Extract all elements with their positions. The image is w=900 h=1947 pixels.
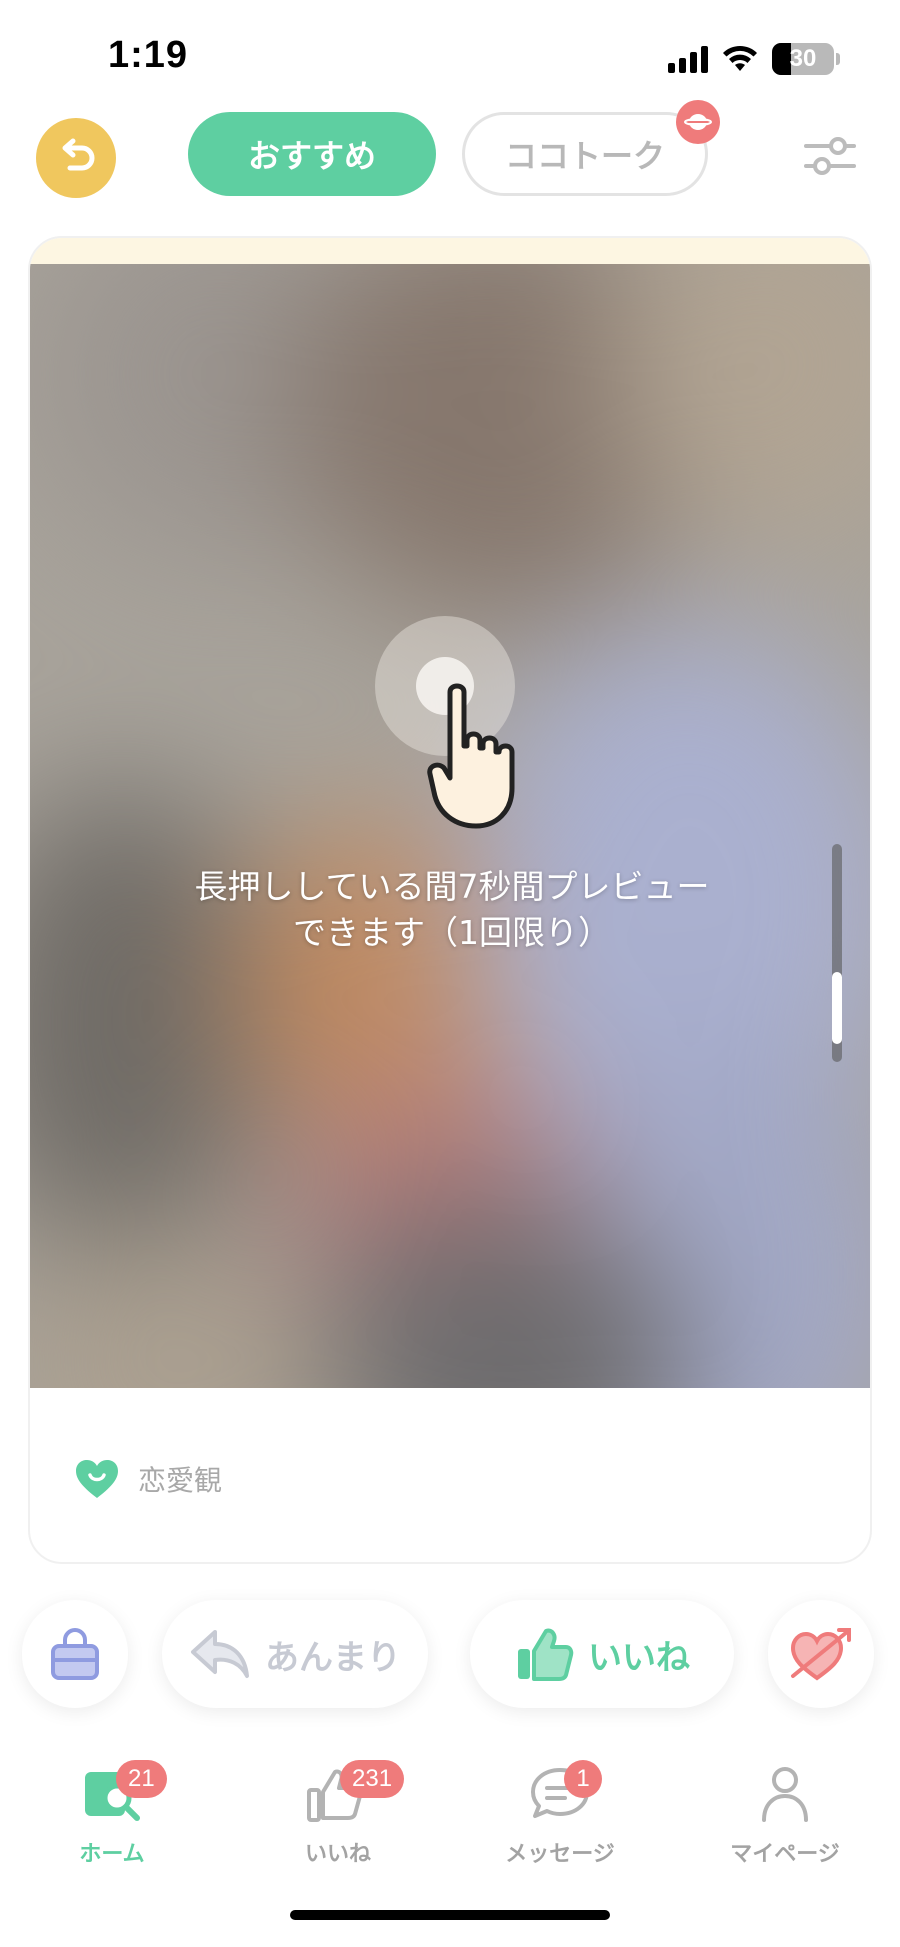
bag-button[interactable] [22,1600,128,1708]
battery-tip [836,53,840,65]
wifi-icon [723,45,757,71]
nope-button[interactable]: あんまり [162,1600,428,1708]
preview-instruction: 長押ししている間7秒間プレビューできます（1回限り） [194,867,710,952]
status-time: 1:19 [108,34,189,76]
thumbs-up-icon [518,1628,574,1681]
love-view-row[interactable]: 恋愛観 [74,1458,222,1500]
tabbar-item-likes[interactable]: いいね 231 [248,1748,428,1878]
love-view-label: 恋愛観 [138,1464,223,1497]
top-nav: おすすめ ココトーク [0,100,900,204]
status-bar: 1:19 30 [0,0,900,110]
tabbar-item-home[interactable]: ホーム 21 [22,1748,202,1878]
bottom-tab-bar: ホーム 21 いいね 231 メッセージ 1 マイページ [0,1748,900,1878]
press-hold-hand-icon [427,683,515,829]
person-icon [762,1767,808,1822]
card-top-strip [30,238,870,264]
blurred-profile-photo[interactable]: 長押ししている間7秒間プレビューできます（1回限り） [30,264,870,1388]
rewind-button[interactable] [36,118,116,198]
tabbar-item-mypage[interactable]: マイページ [695,1748,875,1878]
like-label: いいね [588,1637,690,1678]
super-like-button[interactable] [768,1600,874,1708]
photo-scroll-track[interactable] [832,844,842,1062]
action-bar: あんまり いいね [0,1600,900,1710]
battery-icon: 30 [772,43,834,75]
notification-badge-icon [676,100,720,144]
tab-recommend[interactable]: おすすめ [188,112,436,196]
tab-kokotalk[interactable]: ココトーク [462,112,708,196]
home-indicator[interactable] [290,1910,610,1920]
nope-label: あんまり [265,1637,401,1678]
tabbar-label-home: ホーム [79,1842,145,1867]
profile-card: 長押ししている間7秒間プレビューできます（1回限り） 恋愛観 [28,236,872,1564]
heart-smile-icon [76,1460,118,1498]
reply-arrow-icon [191,1630,249,1678]
messages-badge: 1 [564,1760,602,1798]
like-button[interactable]: いいね [470,1600,734,1708]
status-icons: 30 [668,42,840,76]
rewind-icon [62,138,95,171]
likes-badge: 231 [340,1760,405,1798]
cellular-signal-icon [668,45,708,73]
home-badge: 21 [116,1760,167,1798]
filter-icon[interactable] [800,126,860,186]
tabbar-label-messages: メッセージ [505,1842,615,1867]
tabbar-item-messages[interactable]: メッセージ 1 [470,1748,650,1878]
photo-scroll-thumb[interactable] [832,972,842,1044]
battery-percent: 30 [789,45,817,72]
tabbar-label-mypage: マイページ [730,1842,840,1867]
card-info-section: 恋愛観 [30,1388,870,1562]
heart-arrow-icon [790,1628,851,1681]
tabbar-label-likes: いいね [304,1842,371,1867]
bag-icon [51,1628,99,1680]
